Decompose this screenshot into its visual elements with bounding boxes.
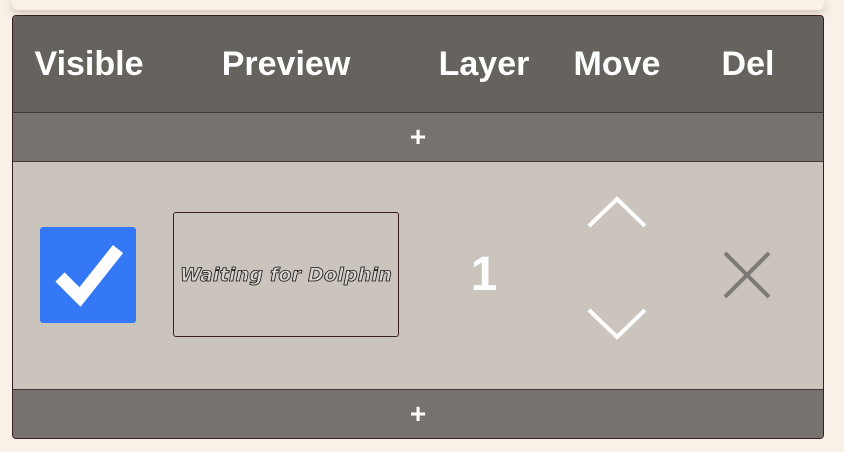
add-layer-below-button[interactable]: + (13, 389, 823, 438)
header-move: Move (573, 45, 661, 83)
chevron-up-icon (587, 196, 647, 228)
top-shadow-bar (12, 0, 824, 10)
layers-header: Visible Preview Layer Move Del (13, 16, 823, 113)
close-icon (723, 251, 771, 299)
header-preview: Preview (221, 45, 351, 83)
header-layer: Layer (438, 45, 530, 83)
add-layer-above-button[interactable]: + (13, 113, 823, 162)
visible-checkbox[interactable] (40, 227, 136, 323)
layer-number: 1 (470, 248, 498, 301)
move-up-button[interactable] (586, 193, 648, 233)
layer-row: Waiting for Dolphin 1 (13, 163, 823, 388)
layer-preview[interactable]: Waiting for Dolphin (173, 212, 399, 337)
delete-layer-button[interactable] (719, 247, 775, 303)
checkmark-icon (55, 244, 124, 307)
header-visible: Visible (34, 45, 144, 83)
header-del: Del (721, 45, 775, 83)
chevron-down-icon (587, 308, 647, 340)
layers-panel: Visible Preview Layer Move Del + Waiting… (12, 15, 824, 439)
move-down-button[interactable] (586, 303, 648, 343)
preview-text: Waiting for Dolphin (180, 263, 393, 286)
